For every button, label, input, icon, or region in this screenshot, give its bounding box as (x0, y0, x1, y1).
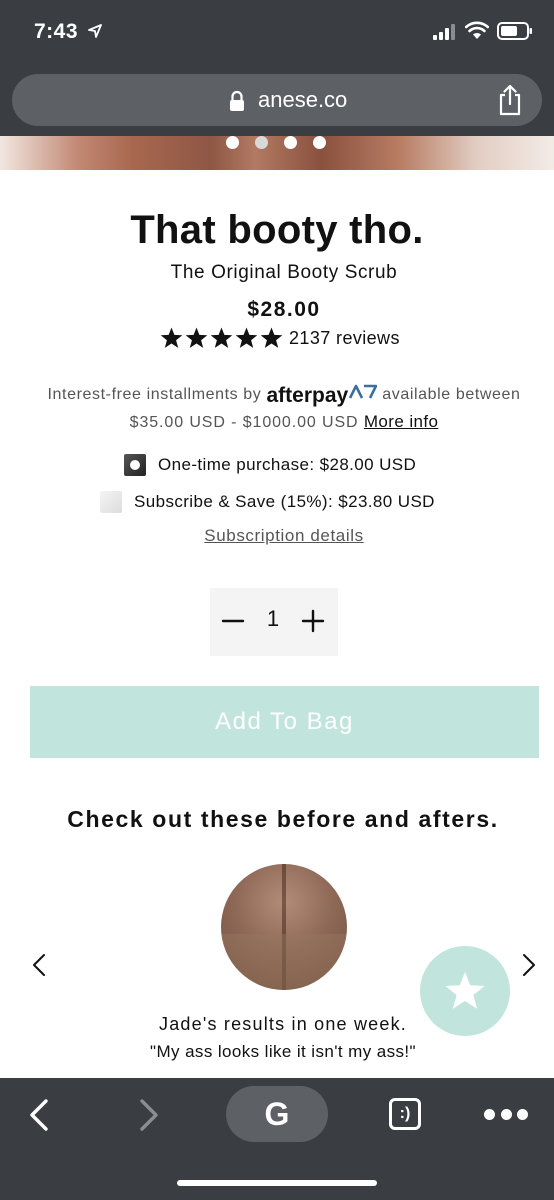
subscribe-radio[interactable] (100, 491, 122, 513)
product-price: $28.00 (247, 298, 321, 321)
carousel-dot[interactable] (226, 136, 239, 149)
minus-icon[interactable] (220, 606, 246, 636)
afterpay-range: $35.00 USD - $1000.00 USD (129, 414, 359, 431)
quantity-stepper: 1 (210, 588, 338, 656)
quantity-value[interactable]: 1 (258, 606, 288, 632)
before-after-photo (221, 864, 347, 990)
afterpay-arrows-icon (349, 384, 378, 399)
reviews-count[interactable]: 2137 reviews (289, 328, 400, 349)
afterpay-logo: afterpay (266, 384, 349, 407)
browser-url-area: anese.co (0, 64, 554, 136)
share-icon[interactable] (497, 84, 523, 116)
afterpay-message: Interest-free installments by afterpay a… (0, 384, 554, 408)
one-time-radio[interactable] (124, 454, 146, 476)
status-time: 7:43 (34, 20, 79, 43)
carousel-dot[interactable] (313, 136, 326, 149)
address-bar[interactable]: anese.co (12, 74, 542, 126)
product-title: That booty tho. (130, 208, 424, 252)
url-text: anese.co (258, 87, 348, 112)
result-caption: Jade's results in one week. (159, 1014, 407, 1034)
chevron-left-icon[interactable] (28, 1098, 50, 1132)
google-search-button[interactable]: G (226, 1086, 328, 1142)
afterpay-range-line: $35.00 USD - $1000.00 USD More info (0, 412, 554, 432)
star-icon (260, 327, 283, 348)
chevron-right-icon[interactable] (138, 1098, 160, 1132)
result-quote: "My ass looks like it isn't my ass!" (150, 1042, 416, 1061)
status-bar: 7:43 (0, 0, 554, 64)
chevron-left-icon[interactable] (30, 952, 48, 978)
signal-icon (433, 24, 455, 40)
afterpay-suffix: available between (382, 386, 521, 403)
one-time-purchase-option[interactable]: One-time purchase: $28.00 USD (124, 452, 416, 478)
star-icon (185, 327, 208, 348)
lock-icon (230, 90, 244, 111)
add-to-bag-button[interactable]: Add To Bag (30, 686, 539, 758)
more-info-link[interactable]: More info (364, 412, 438, 431)
one-time-label: One-time purchase: $28.00 USD (158, 455, 417, 474)
more-dots-icon[interactable] (484, 1109, 528, 1121)
location-arrow-icon (88, 24, 102, 38)
before-after-heading: Check out these before and afters. (67, 806, 499, 832)
afterpay-prefix: Interest-free installments by (47, 386, 262, 403)
chevron-right-icon[interactable] (520, 952, 538, 978)
tabs-button[interactable]: :) (389, 1098, 421, 1130)
star-icon (160, 327, 183, 348)
subscribe-label: Subscribe & Save (15%): $23.80 USD (134, 492, 435, 511)
subscription-details-link[interactable]: Subscription details (0, 526, 554, 546)
subscribe-save-option[interactable]: Subscribe & Save (15%): $23.80 USD (100, 489, 435, 515)
star-icon (235, 327, 258, 348)
rating-row[interactable]: 2137 reviews (160, 326, 400, 350)
hero-carousel-dots (226, 136, 326, 149)
battery-icon (497, 22, 532, 40)
plus-icon[interactable] (300, 606, 326, 636)
home-indicator[interactable] (177, 1180, 377, 1186)
product-subtitle: The Original Booty Scrub (170, 262, 398, 283)
wifi-icon (465, 21, 489, 39)
star-icon (210, 327, 233, 348)
star-icon (445, 971, 485, 1009)
carousel-dot-active[interactable] (255, 136, 268, 149)
carousel-dot[interactable] (284, 136, 297, 149)
